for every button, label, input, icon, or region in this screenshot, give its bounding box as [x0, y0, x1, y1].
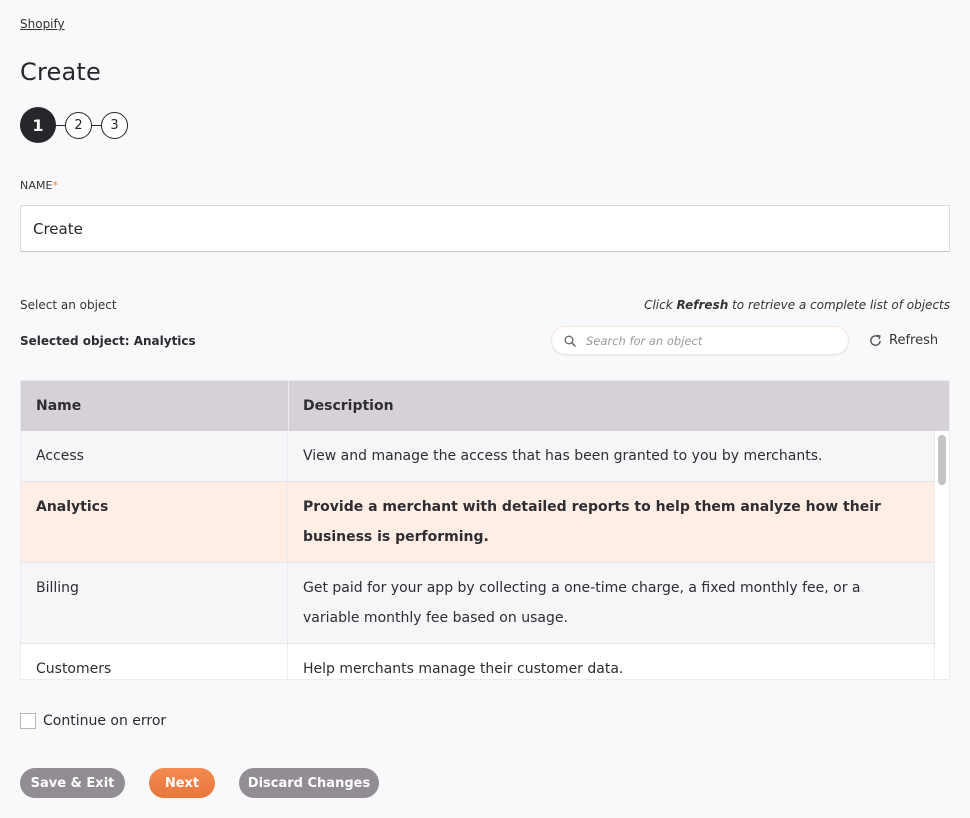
- select-object-label: Select an object: [20, 298, 117, 312]
- step-3[interactable]: 3: [101, 111, 128, 139]
- table-scrollbar[interactable]: [934, 431, 949, 679]
- required-marker: *: [52, 179, 59, 192]
- step-connector: [92, 124, 101, 126]
- continue-on-error-label: Continue on error: [43, 713, 167, 729]
- refresh-hint: Click Refresh to retrieve a complete lis…: [644, 298, 950, 312]
- objects-table: Name Description Access View and manage …: [20, 380, 950, 680]
- refresh-button[interactable]: Refresh: [868, 333, 938, 348]
- step-connector: [56, 124, 65, 126]
- refresh-label: Refresh: [889, 333, 939, 348]
- row-name: Access: [21, 431, 288, 481]
- row-name: Billing: [21, 563, 288, 643]
- table-row-selected[interactable]: Analytics Provide a merchant with detail…: [21, 482, 935, 563]
- row-description: Get paid for your app by collecting a on…: [303, 580, 861, 626]
- hint-suffix: to retrieve a complete list of objects: [728, 298, 950, 312]
- stepper: 1 2 3: [20, 107, 128, 143]
- table-row[interactable]: Billing Get paid for your app by collect…: [21, 563, 935, 644]
- row-name: Customers: [21, 644, 288, 679]
- refresh-icon: [870, 334, 881, 346]
- scrollbar-thumb[interactable]: [938, 435, 946, 485]
- table-body: Access View and manage the access that h…: [21, 431, 935, 679]
- next-button[interactable]: Next: [149, 768, 215, 798]
- discard-changes-button[interactable]: Discard Changes: [239, 768, 379, 798]
- column-header-name[interactable]: Name: [21, 381, 289, 431]
- continue-on-error-checkbox[interactable]: [20, 713, 36, 729]
- continue-on-error-option[interactable]: Continue on error: [20, 713, 166, 729]
- name-label-text: NAME: [20, 179, 53, 192]
- step-2[interactable]: 2: [65, 111, 92, 139]
- row-description: View and manage the access that has been…: [303, 448, 823, 464]
- table-row[interactable]: Access View and manage the access that h…: [21, 431, 935, 482]
- step-1[interactable]: 1: [20, 107, 56, 143]
- row-name: Analytics: [21, 482, 288, 562]
- save-exit-button[interactable]: Save & Exit: [20, 768, 125, 798]
- table-header: Name Description: [21, 381, 949, 431]
- search-icon: [564, 335, 576, 347]
- breadcrumb-shopify[interactable]: Shopify: [20, 17, 65, 31]
- row-description: Help merchants manage their customer dat…: [303, 661, 624, 677]
- object-search-input[interactable]: [586, 333, 826, 348]
- table-row[interactable]: Customers Help merchants manage their cu…: [21, 644, 935, 679]
- row-description: Provide a merchant with detailed reports…: [303, 499, 881, 545]
- selected-object-text: Selected object: Analytics: [20, 334, 196, 348]
- page-title: Create: [20, 58, 101, 86]
- hint-bold: Refresh: [676, 298, 729, 312]
- name-input[interactable]: [20, 205, 950, 252]
- object-search-box[interactable]: [551, 326, 849, 355]
- name-field-label: NAME*: [20, 179, 58, 192]
- column-header-description[interactable]: Description: [289, 381, 394, 431]
- hint-prefix: Click: [644, 298, 677, 312]
